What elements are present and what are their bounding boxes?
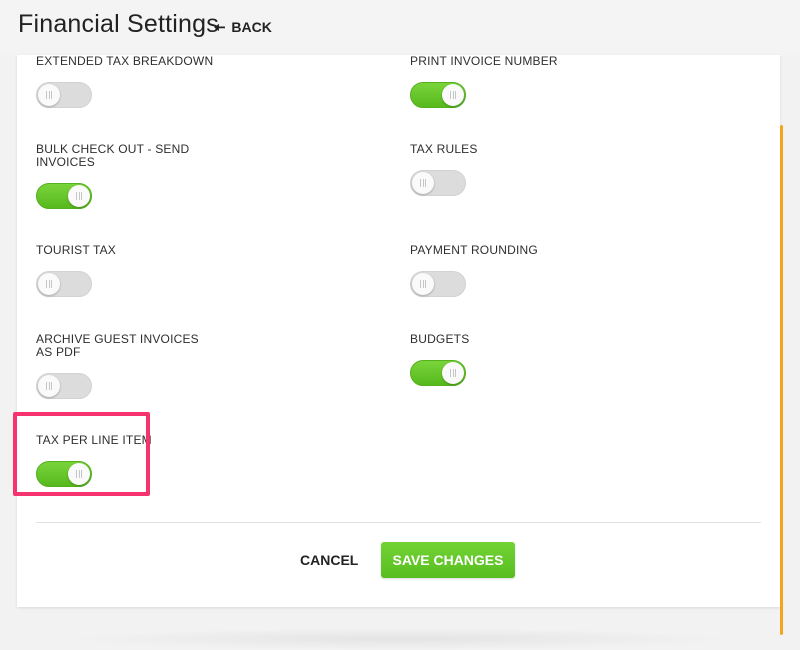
toggle-knob xyxy=(38,375,60,397)
page-title: Financial Settings xyxy=(18,10,219,38)
setting-label: EXTENDED TAX BREAKDOWN xyxy=(36,54,214,68)
toggle-payment-rounding[interactable] xyxy=(410,271,466,297)
grip-icon xyxy=(46,382,52,390)
back-button[interactable]: 🠄 BACK xyxy=(214,19,272,35)
setting-archive-guest-invoices: ARCHIVE GUEST INVOICES AS PDF xyxy=(36,333,206,359)
toggle-tourist-tax[interactable] xyxy=(36,271,92,297)
grip-icon xyxy=(450,91,456,99)
toggle-knob xyxy=(442,362,464,384)
setting-label: TOURIST TAX xyxy=(36,243,116,257)
toggle-budgets[interactable] xyxy=(410,360,466,386)
save-changes-button[interactable]: SAVE CHANGES xyxy=(381,542,515,578)
grip-icon xyxy=(76,192,82,200)
setting-budgets: BUDGETS xyxy=(410,333,610,346)
toggle-knob xyxy=(38,273,60,295)
setting-bulk-check-out: BULK CHECK OUT - SEND INVOICES xyxy=(36,143,206,169)
scrollbar[interactable] xyxy=(780,125,783,635)
page-header: Financial Settings 🠄 BACK xyxy=(0,0,800,55)
setting-label: ARCHIVE GUEST INVOICES AS PDF xyxy=(36,332,199,359)
grip-icon xyxy=(420,280,426,288)
setting-label: TAX RULES xyxy=(410,142,478,156)
highlight-box xyxy=(13,412,150,496)
toggle-extended-tax-breakdown[interactable] xyxy=(36,82,92,108)
back-button-label: BACK xyxy=(231,19,272,35)
settings-card xyxy=(17,55,780,607)
grip-icon xyxy=(420,179,426,187)
grip-icon xyxy=(450,369,456,377)
toggle-tax-rules[interactable] xyxy=(410,170,466,196)
setting-label: BULK CHECK OUT - SEND INVOICES xyxy=(36,142,190,169)
arrow-left-icon: 🠄 xyxy=(214,19,226,35)
toggle-knob xyxy=(38,84,60,106)
setting-print-invoice-number: PRINT INVOICE NUMBER xyxy=(410,55,610,68)
grip-icon xyxy=(46,91,52,99)
setting-tourist-tax: TOURIST TAX xyxy=(36,244,236,257)
setting-label: PAYMENT ROUNDING xyxy=(410,243,538,257)
setting-label: PRINT INVOICE NUMBER xyxy=(410,54,558,68)
cancel-button[interactable]: CANCEL xyxy=(300,552,358,568)
grip-icon xyxy=(46,280,52,288)
toggle-bulk-check-out[interactable] xyxy=(36,183,92,209)
toggle-archive-guest-invoices[interactable] xyxy=(36,373,92,399)
toggle-knob xyxy=(68,185,90,207)
setting-label: BUDGETS xyxy=(410,332,470,346)
toggle-print-invoice-number[interactable] xyxy=(410,82,466,108)
footer-divider xyxy=(36,522,761,523)
toggle-knob xyxy=(412,172,434,194)
setting-payment-rounding: PAYMENT ROUNDING xyxy=(410,244,610,257)
bottom-shadow xyxy=(60,628,740,650)
toggle-knob xyxy=(442,84,464,106)
setting-tax-rules: TAX RULES xyxy=(410,143,610,156)
setting-extended-tax-breakdown: EXTENDED TAX BREAKDOWN xyxy=(36,55,236,68)
toggle-knob xyxy=(412,273,434,295)
